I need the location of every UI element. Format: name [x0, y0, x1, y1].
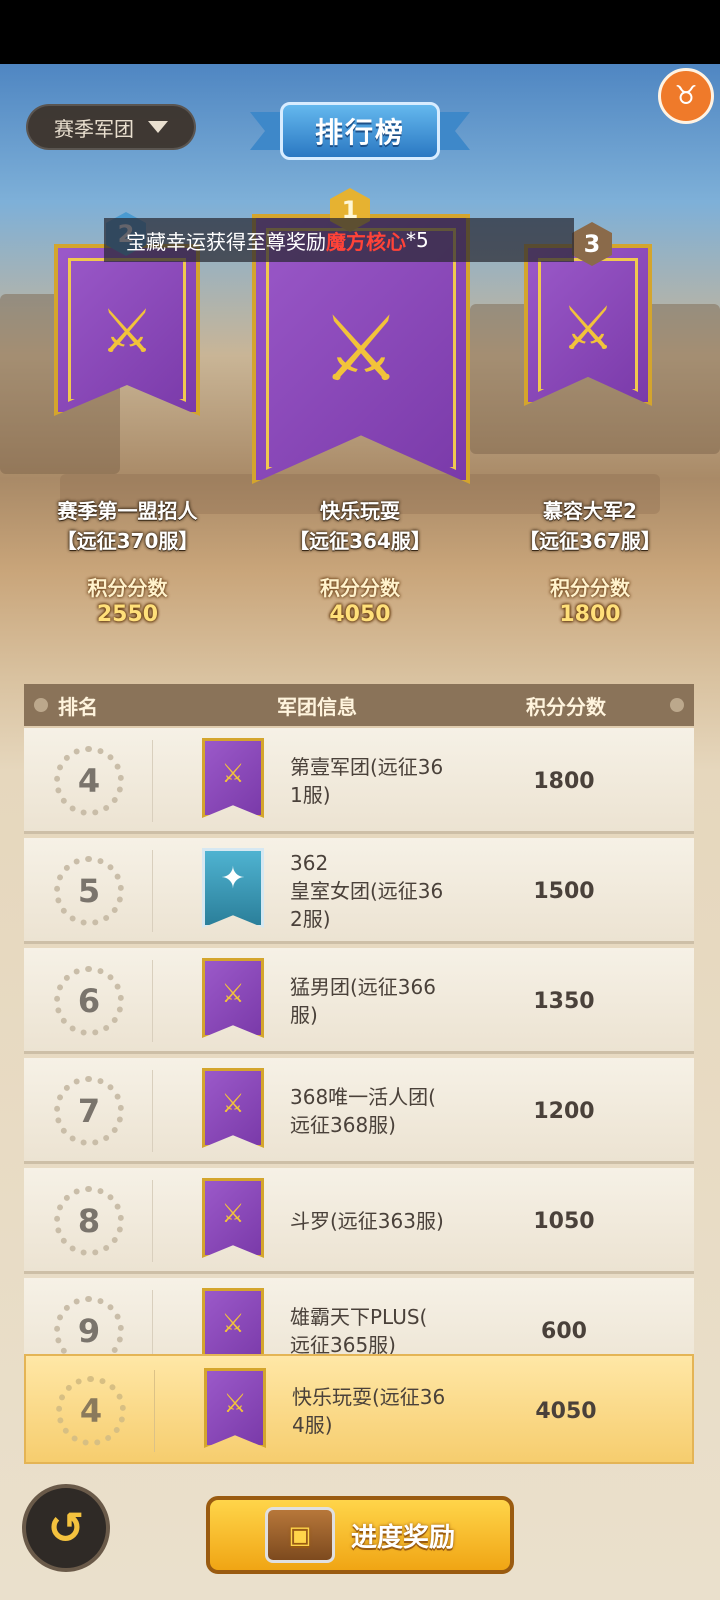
rank-gear: 7 [54, 1076, 124, 1146]
legion-name: 快乐玩耍(远征36 4服) [292, 1385, 446, 1437]
legion-name: 斗罗(远征363服) [290, 1209, 444, 1233]
column-header-info: 军团信息 [277, 694, 357, 719]
legion-score: 1050 [533, 1208, 595, 1234]
purple-swords-flag-icon [202, 958, 264, 1038]
legion-score: 1200 [533, 1098, 595, 1124]
table-header: 排名 军团信息 积分分数 [24, 684, 694, 726]
title-banner: 排行榜 [250, 100, 470, 162]
purple-swords-flag-icon [204, 1368, 266, 1448]
my-legion-row[interactable]: 4 快乐玩耍(远征36 4服) 4050 [24, 1354, 694, 1464]
leaderboard-screen: 赛季军团 排行榜 ♉ 1 2 3 宝藏幸运获得至尊奖励魔方核心*5 赛季第一盟招… [0, 64, 720, 1600]
podium-score: 1800 [559, 602, 621, 627]
header-bolt-icon [670, 698, 684, 712]
season-legion-dropdown[interactable]: 赛季军团 [26, 104, 196, 150]
legion-name: 第壹军团(远征36 1服) [290, 755, 444, 807]
table-row[interactable]: 4 第壹军团(远征36 1服) 1800 [24, 728, 694, 834]
podium-server: 【远征367服】 [519, 529, 661, 553]
table-row[interactable]: 8 斗罗(远征363服) 1050 [24, 1168, 694, 1274]
legion-name: 猛男团(远征366 服) [290, 975, 436, 1027]
chevron-down-icon [148, 121, 168, 133]
ranking-list[interactable]: 4 第壹军团(远征36 1服) 1800 5 ✦ 362 皇室女团(远征36 2… [24, 728, 694, 1408]
podium-entry-rank-2: 赛季第一盟招人 【远征370服】 [20, 496, 235, 556]
divider [154, 1370, 155, 1452]
podium-rank-3: 3 [583, 230, 601, 258]
podium-score: 2550 [96, 602, 159, 627]
rank-gear: 4 [54, 746, 124, 816]
table-row[interactable]: 6 猛男团(远征366 服) 1350 [24, 948, 694, 1054]
podium-name: 赛季第一盟招人 [57, 499, 198, 523]
progress-reward-button[interactable]: ▣ 进度奖励 [206, 1496, 514, 1574]
notice-text: 宝藏幸运获得至尊奖励 [126, 229, 326, 254]
eagle-flag-icon: ✦ [202, 848, 264, 928]
legion-score: 4050 [535, 1398, 597, 1424]
column-header-rank: 排名 [58, 694, 98, 719]
treasure-chest-icon: ▣ [264, 1507, 335, 1563]
podium-name: 慕容大军2 [543, 499, 637, 523]
podium-server: 【远征370服】 [56, 529, 199, 553]
progress-reward-label: 进度奖励 [350, 1522, 455, 1553]
legion-name: 362 皇室女团(远征36 2服) [290, 851, 444, 931]
notice-highlight: 魔方核心 [326, 229, 406, 254]
dropdown-label: 赛季军团 [54, 116, 134, 141]
rank-gear: 8 [54, 1186, 124, 1256]
purple-swords-flag-icon [202, 1068, 264, 1148]
back-button[interactable]: ↺ [22, 1484, 110, 1572]
podium-entry-rank-1: 快乐玩耍 【远征364服】 [255, 496, 465, 556]
notice-suffix: *5 [406, 228, 429, 252]
table-row[interactable]: 7 368唯一活人团( 远征368服) 1200 [24, 1058, 694, 1164]
podium-score-label: 积分分数 [320, 576, 400, 600]
back-arrow-icon: ↺ [47, 1502, 85, 1554]
purple-swords-flag-icon [202, 1178, 264, 1258]
podium-name: 快乐玩耍 [320, 499, 400, 523]
legion-name: 368唯一活人团( 远征368服) [290, 1085, 436, 1137]
divider [152, 1070, 153, 1152]
podium-server: 【远征364服】 [289, 529, 431, 553]
purple-swords-flag-icon [202, 738, 264, 818]
legion-score: 1500 [533, 878, 595, 904]
divider [152, 1180, 153, 1262]
rank-gear: 4 [56, 1376, 126, 1446]
divider [152, 740, 153, 822]
header-bolt-icon [34, 698, 48, 712]
table-row[interactable]: 5 ✦ 362 皇室女团(远征36 2服) 1500 [24, 838, 694, 944]
bull-icon[interactable]: ♉ [658, 68, 714, 124]
reward-notice-marquee: 宝藏幸运获得至尊奖励 魔方核心 *5 [104, 218, 574, 262]
divider [152, 850, 153, 932]
podium-flag-rank-2 [54, 244, 200, 416]
podium-score-label: 积分分数 [87, 576, 168, 600]
legion-score: 1350 [533, 988, 595, 1014]
page-title: 排行榜 [280, 102, 440, 160]
podium-score: 4050 [329, 602, 391, 627]
column-header-score: 积分分数 [526, 694, 606, 719]
status-bar [0, 0, 720, 64]
rank-gear: 6 [54, 966, 124, 1036]
legion-score: 1800 [533, 768, 595, 794]
rank-gear: 5 [54, 856, 124, 926]
divider [152, 960, 153, 1042]
podium-entry-rank-3: 慕容大军2 【远征367服】 [485, 496, 695, 556]
podium-score-label: 积分分数 [550, 576, 630, 600]
